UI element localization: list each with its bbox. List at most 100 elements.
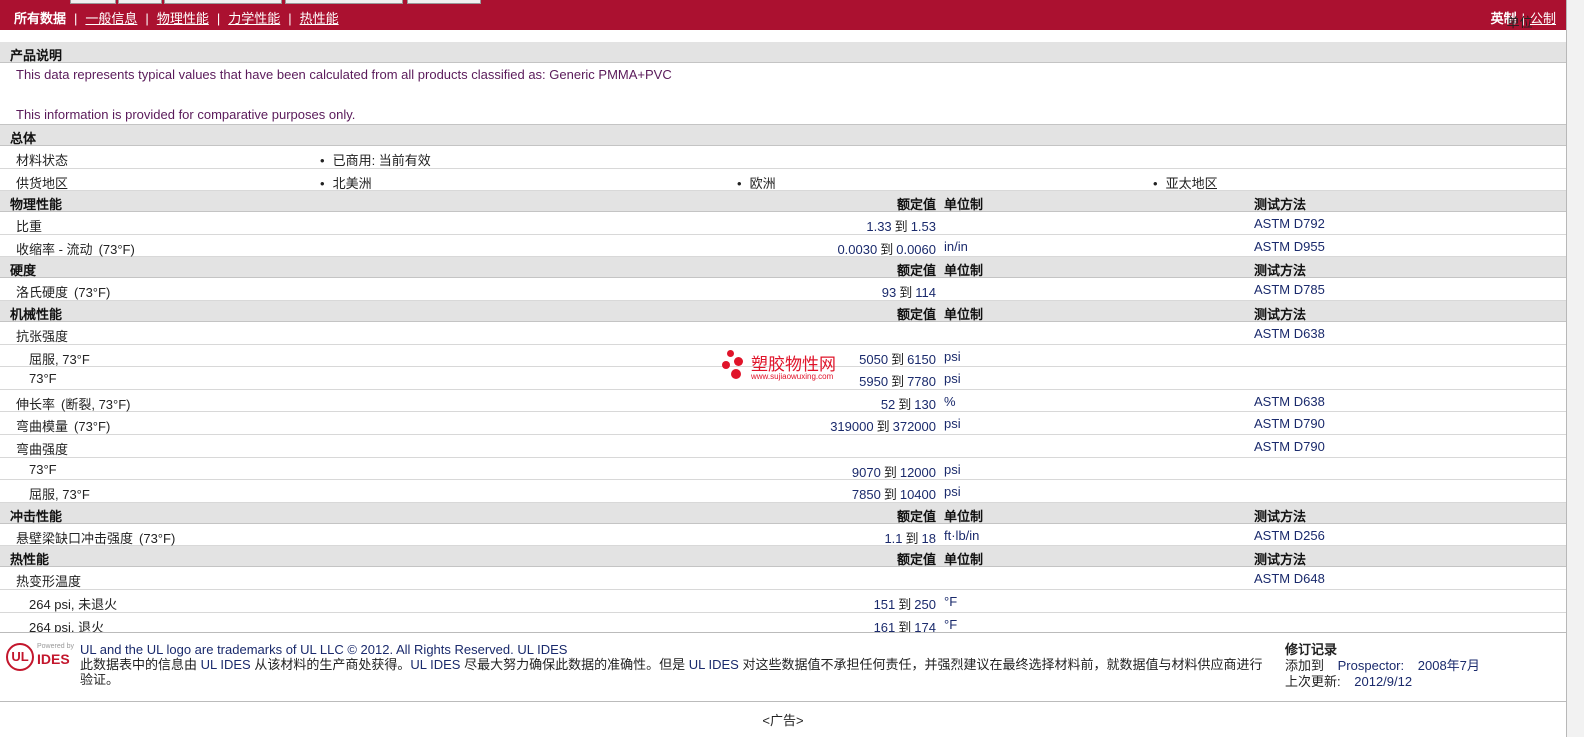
nominal-value: 319000 到 372000 — [830, 419, 936, 435]
site-watermark: 塑胶物性网 www.sujiaowuxing.com — [720, 348, 860, 384]
nominal-value: 5950 到 7780 — [859, 374, 936, 390]
table-row: 供货地区 北美洲 欧洲 亚太地区 — [0, 168, 1566, 192]
property-label: 收缩率 - 流动 (73°F) — [16, 241, 135, 257]
nav-mechanical[interactable]: 力学性能 — [228, 11, 280, 26]
tab-stub — [164, 0, 282, 4]
nav-general-info[interactable]: 一般信息 — [85, 11, 137, 26]
test-method[interactable]: ASTM D955 — [1254, 239, 1325, 254]
header-test-method: 测试方法 — [1254, 306, 1307, 322]
trademark-line: UL and the UL logo are trademarks of UL … — [80, 642, 568, 657]
test-method[interactable]: ASTM D792 — [1254, 216, 1325, 231]
unit: °F — [944, 616, 958, 632]
header-unit: 单位制 — [944, 306, 984, 322]
property-label: 悬壁梁缺口冲击强度 (73°F) — [16, 530, 176, 546]
header-test-method: 测试方法 — [1254, 552, 1307, 568]
region-north-america: 北美洲 — [320, 173, 372, 192]
section-title: 热性能 — [10, 552, 50, 568]
table-row: 材料状态 已商用: 当前有效 — [0, 146, 1566, 169]
table-row: 洛氏硬度 (73°F) 93 到 114 ASTM D785 — [0, 278, 1566, 301]
header-test-method: 测试方法 — [1254, 508, 1307, 524]
unit: psi — [944, 461, 961, 477]
ad-label: <广告> — [762, 713, 804, 728]
table-row: 热变形温度 ASTM D648 — [0, 567, 1566, 590]
property-label: 伸长率 (断裂, 73°F) — [16, 396, 131, 412]
test-method[interactable]: ASTM D256 — [1254, 528, 1325, 543]
test-method[interactable]: ASTM D790 — [1254, 439, 1325, 454]
ides-logo: IDES — [37, 651, 70, 667]
table-row: 抗张强度 ASTM D638 — [0, 321, 1566, 345]
section-mechanical: 机械性能 额定值 单位制 测试方法 — [0, 300, 1566, 322]
header-nominal: 额定值 — [896, 306, 936, 322]
header-unit: 单位制 — [944, 508, 984, 524]
property-label: 材料状态 — [16, 153, 69, 168]
powered-by-label: Powered by — [37, 643, 74, 650]
condition-label: 屈服, 73°F — [29, 351, 90, 367]
header-nominal: 额定值 — [896, 263, 936, 279]
property-label: 热变形温度 — [16, 574, 82, 590]
tab-stub — [407, 0, 481, 4]
section-title: 机械性能 — [10, 306, 63, 322]
section-title: 冲击性能 — [10, 508, 63, 524]
tab-stub — [70, 0, 116, 4]
nominal-value: 151 到 250 — [873, 596, 936, 612]
nominal-value: 1.1 到 18 — [884, 530, 936, 546]
region-europe: 欧洲 — [737, 173, 776, 192]
property-label: 比重 — [16, 219, 43, 235]
header-nominal: 额定值 — [896, 508, 936, 524]
header-unit: 单位制 — [944, 197, 984, 213]
table-row: 收缩率 - 流动 (73°F) 0.0030 到 0.0060 in/in ASTM … — [0, 234, 1566, 258]
test-method[interactable]: ASTM D790 — [1254, 416, 1325, 431]
section-thermal: 热性能 额定值 单位制 测试方法 — [0, 546, 1566, 568]
unit: psi — [944, 484, 961, 500]
test-method[interactable]: ASTM D638 — [1254, 394, 1325, 409]
table-row: 伸长率 (断裂, 73°F) 52 到 130 % ASTM D638 — [0, 389, 1566, 413]
comparative-note: This information is provided for compara… — [16, 107, 356, 122]
property-label: 弯曲模量 (73°F) — [16, 419, 111, 435]
nav-physical[interactable]: 物理性能 — [157, 11, 209, 26]
updated-row: 上次更新: 2012/9/12 — [1285, 674, 1413, 689]
disclaimer-text: 此数据表中的信息由 UL IDES 从该材料的生产商处获得。UL IDES 尽最… — [80, 657, 1263, 687]
property-label: 供货地区 — [16, 175, 69, 191]
section-impact: 冲击性能 额定值 单位制 测试方法 — [0, 502, 1566, 524]
unit: in/in — [944, 238, 968, 254]
test-method[interactable]: ASTM D648 — [1254, 571, 1325, 586]
table-row: 264 psi, 未退火 151 到 250 °F — [0, 589, 1566, 613]
unit: °F — [944, 593, 958, 609]
table-row: 比重 1.33 到 1.53 ASTM D792 — [0, 212, 1566, 235]
revision-history: 修订记录 添加到 Prospector: 2008年7月 上次更新: 2012/… — [1285, 642, 1480, 690]
section-title: 总体 — [10, 131, 37, 146]
header-nominal: 额定值 — [896, 552, 936, 568]
nav-thermal[interactable]: 热性能 — [300, 11, 339, 26]
header-test-method: 测试方法 — [1254, 263, 1307, 279]
nav-all-data[interactable]: 所有数据 — [14, 11, 66, 26]
header-unit: 单位制 — [944, 263, 984, 279]
header-nominal: 额定值 — [896, 197, 936, 213]
ul-logo: UL — [6, 643, 34, 671]
unit: psi — [944, 348, 961, 364]
disclaimer: UL and the UL logo are trademarks of UL … — [80, 642, 1270, 687]
section-hardness: 硬度 额定值 单位制 测试方法 — [0, 257, 1566, 279]
condition-label: 屈服, 73°F — [29, 487, 90, 503]
watermark-dot — [727, 350, 734, 357]
condition-label: 264 psi, 未退火 — [29, 596, 118, 612]
watermark-dot — [722, 361, 730, 369]
test-method[interactable]: ASTM D785 — [1254, 282, 1325, 297]
nominal-value: 7850 到 10400 — [851, 487, 936, 503]
top-nav-bar: 所有数据 | 一般信息 | 物理性能 | 力学性能 | 热性能 单位 英制 | 公制 — [0, 0, 1566, 30]
watermark-dot — [731, 369, 741, 379]
unit: psi — [944, 416, 961, 432]
vertical-scrollbar[interactable] — [1566, 0, 1584, 737]
nominal-value: 52 到 130 — [880, 396, 936, 412]
unit-metric[interactable]: 公制 — [1530, 11, 1556, 26]
section-title: 硬度 — [10, 263, 37, 279]
unit: ft·lb/in — [944, 527, 980, 543]
description-text: This data represents typical values that… — [16, 67, 672, 82]
header-test-method: 测试方法 — [1254, 197, 1307, 213]
nominal-value: 9070 到 12000 — [851, 464, 936, 480]
nominal-value: 0.0030 到 0.0060 — [837, 241, 936, 257]
unit: % — [944, 393, 956, 409]
tab-stub — [118, 0, 162, 4]
property-label: 弯曲强度 — [16, 441, 69, 457]
nominal-value: 93 到 114 — [881, 285, 936, 301]
test-method[interactable]: ASTM D638 — [1254, 326, 1325, 341]
